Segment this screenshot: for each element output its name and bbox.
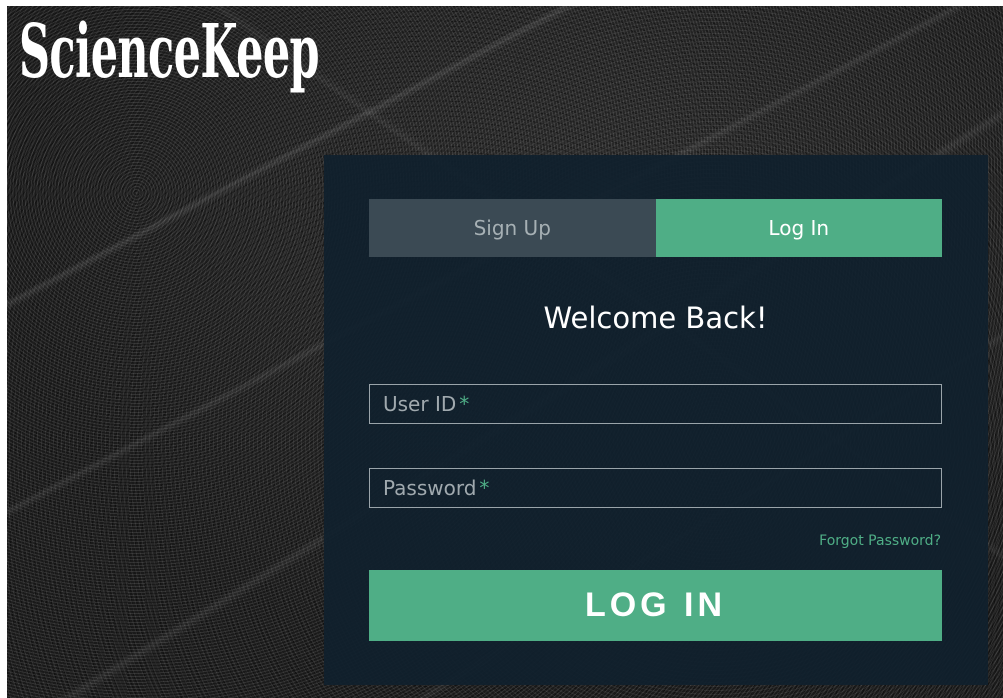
password-field[interactable]: Password * bbox=[369, 468, 942, 508]
user-id-input[interactable] bbox=[370, 385, 941, 423]
auth-tabs: Sign Up Log In bbox=[369, 199, 942, 257]
brand-logo[interactable]: ScienceKeep bbox=[19, 6, 320, 100]
welcome-heading: Welcome Back! bbox=[543, 301, 768, 335]
login-card: Sign Up Log In Welcome Back! User ID * Pa… bbox=[324, 155, 988, 685]
tab-log-in[interactable]: Log In bbox=[655, 199, 942, 257]
password-input[interactable] bbox=[370, 469, 941, 507]
log-in-button[interactable]: LOG IN bbox=[369, 570, 942, 641]
forgot-password-link[interactable]: Forgot Password? bbox=[819, 533, 941, 549]
tab-sign-up[interactable]: Sign Up bbox=[369, 199, 656, 257]
page-background: ScienceKeep Sign Up Log In Welcome Back!… bbox=[7, 6, 1003, 698]
user-id-field[interactable]: User ID * bbox=[369, 384, 942, 424]
